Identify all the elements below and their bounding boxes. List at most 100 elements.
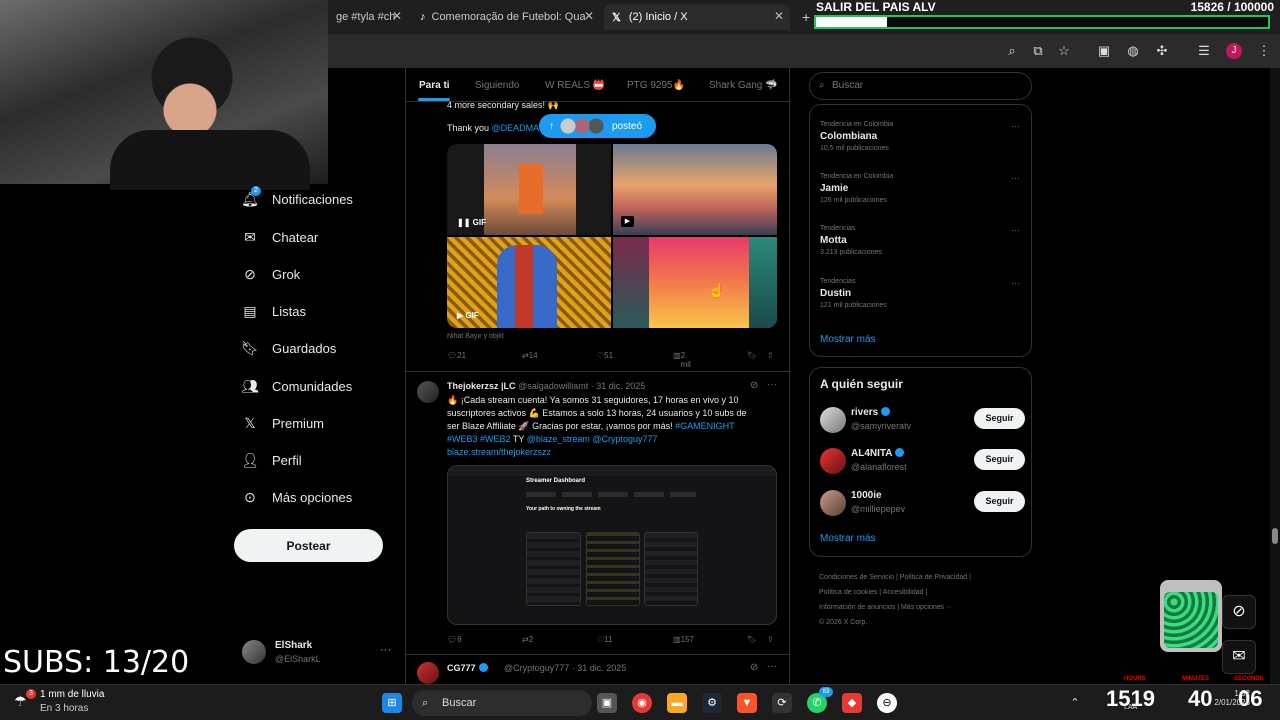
nav-communities[interactable]: 👥︎ Comunidades (241, 375, 352, 397)
tab-list[interactable]: Shark Gang 🦈 (709, 80, 778, 91)
share-icon[interactable]: ⇧ (767, 351, 774, 360)
nav-profile[interactable]: 👤︎ Perfil (241, 449, 302, 471)
post-date[interactable]: · 31 dic. 2025 (572, 663, 627, 673)
app-icon[interactable]: ⊖ (877, 693, 897, 713)
trend-item[interactable]: Tendencias Dustin 121 mil publicaciones … (820, 278, 1020, 309)
media-gif[interactable]: ▶ GIF (447, 237, 611, 328)
post-button[interactable]: Postear (234, 529, 383, 562)
menu-icon[interactable]: ⋮ (1256, 43, 1272, 59)
more-icon[interactable]: ··· (1011, 225, 1020, 235)
tab-list[interactable]: PTG 9295🔥 (627, 80, 685, 91)
scrollbar[interactable] (1270, 68, 1280, 684)
task-view-icon[interactable]: ▣ (597, 693, 617, 713)
more-icon[interactable]: ··· (767, 379, 777, 390)
post-date[interactable]: · 31 dic. 2025 (591, 381, 646, 391)
tab-for-you[interactable]: Para ti (419, 80, 450, 91)
show-more-link[interactable]: Mostrar más (820, 334, 876, 345)
like-button[interactable]: ♡ 11 (597, 635, 612, 644)
browser-tab[interactable]: ge #tyla #ch ✕ (328, 4, 408, 30)
follow-suggestion[interactable]: AL4NITA @alanaflorest Seguir (820, 446, 1025, 476)
whatsapp-icon[interactable]: ✆ 83 (807, 687, 833, 713)
avatar[interactable] (417, 381, 439, 403)
nav-lists[interactable]: ▤ Listas (242, 300, 306, 322)
app-icon[interactable]: ⟳ (772, 693, 792, 713)
new-tab-button[interactable]: + (794, 4, 814, 30)
zoom-icon[interactable]: ⌕ (1004, 43, 1020, 59)
media-gif[interactable]: ❚❚ GIF (447, 144, 611, 235)
nav-chat[interactable]: ✉ Chatear (242, 226, 318, 248)
bookmark-icon[interactable]: 🔖︎ (747, 635, 757, 644)
tab-following[interactable]: Siguiendo (475, 80, 519, 91)
file-explorer-icon[interactable]: ▬ (667, 693, 687, 713)
hashtag-link[interactable]: #GAMENIGHT (675, 421, 735, 431)
language-indicator[interactable]: LAA (1124, 704, 1137, 711)
share-icon[interactable]: ⇧ (767, 635, 774, 644)
author-name[interactable]: Thejokerzsz |LC (447, 381, 516, 391)
nav-bookmarks[interactable]: 🔖︎ Guardados (241, 337, 336, 359)
tagged-users[interactable]: Nihat Bayır y objkt (447, 333, 504, 340)
search-input[interactable]: ⌕ Buscar (809, 72, 1032, 100)
mail-icon[interactable]: ✉ (1222, 640, 1256, 674)
author-handle[interactable]: @salgadowilliamt (518, 381, 588, 391)
repost-button[interactable]: ⇄ 14 (522, 351, 538, 360)
footer-line[interactable]: Condiciones de Servicio | Política de Pr… (819, 570, 1024, 585)
follow-suggestion[interactable]: rivers @samyriveratv Seguir (820, 405, 1025, 435)
bookmark-icon[interactable]: 🔖︎ (747, 351, 757, 360)
screenshot-icon[interactable]: ⧉ (1030, 43, 1046, 59)
follow-button[interactable]: Seguir (974, 408, 1025, 429)
browser-tab[interactable]: ♪ Comemoração de Futebol: Qua ✕ (412, 4, 600, 30)
sidebar-icon[interactable]: ▣ (1096, 43, 1112, 59)
steam-icon[interactable]: ⚙ (702, 693, 722, 713)
views-button[interactable]: ▥ 157 (673, 635, 694, 644)
trend-item[interactable]: Tendencia en Colombia Colombiana 10,5 mi… (820, 121, 1020, 152)
nav-notifications[interactable]: 🔔︎ 2 Notificaciones (241, 186, 353, 210)
avatar[interactable] (417, 662, 439, 684)
repost-button[interactable]: ⇄ 2 (522, 635, 533, 644)
grok-icon[interactable]: ⊘ (750, 662, 758, 673)
puzzle-icon[interactable]: ✣ (1154, 43, 1170, 59)
account-switcher[interactable]: ElShark @ElSharkL ··· (242, 638, 392, 668)
like-button[interactable]: ♡ 51 (597, 351, 613, 360)
media-icon[interactable]: ☰ (1196, 43, 1212, 59)
trend-item[interactable]: Tendencias Motta 3.213 publicaciones ··· (820, 225, 1020, 256)
close-icon[interactable]: ✕ (392, 9, 402, 23)
nav-premium[interactable]: 𝕏 Premium (242, 412, 324, 434)
browser-tab-active[interactable]: 𝕏 (2) Inicio / X ✕ (604, 4, 790, 30)
trend-item[interactable]: Tendencia en Colombia Jamie 126 mil publ… (820, 173, 1020, 204)
tab-list[interactable]: W REALS 📛 (545, 80, 605, 91)
star-icon[interactable]: ☆ (1056, 43, 1072, 59)
media-image[interactable]: ☝ (613, 237, 777, 328)
taskbar-search[interactable]: ⌕ Buscar (412, 690, 592, 716)
close-icon[interactable]: ✕ (774, 9, 784, 23)
more-icon[interactable]: ··· (1011, 173, 1020, 183)
follow-button[interactable]: Seguir (974, 449, 1025, 470)
brave-icon[interactable]: ▼ (737, 693, 757, 713)
footer-line[interactable]: Información de anuncios | Más opciones ·… (819, 600, 1024, 615)
more-icon[interactable]: ··· (767, 661, 777, 672)
grok-icon[interactable]: ⊘ (750, 380, 758, 391)
app-icon[interactable]: ◆ (842, 693, 862, 713)
reply-button[interactable]: 💬︎ 6 (447, 635, 462, 644)
new-posts-pill[interactable]: ↑ posteó (539, 114, 656, 138)
media-image[interactable]: Streamer Dashboard Your path to owning t… (447, 465, 777, 625)
nav-more-options[interactable]: ⊙ Más opciones (242, 486, 352, 508)
follow-suggestion[interactable]: 1000ie @milliepepev Seguir (820, 488, 1025, 518)
scroll-thumb[interactable] (1272, 528, 1278, 544)
grok-icon[interactable]: ⊘ (1222, 595, 1256, 629)
hashtag-link[interactable]: #WEB3 #WEB2 (447, 434, 511, 444)
mention-link[interactable]: @DEADMA (492, 123, 540, 133)
show-more-link[interactable]: Mostrar más (820, 533, 876, 544)
author-handle[interactable]: @Cryptoguy777 (504, 663, 569, 673)
more-icon[interactable]: ··· (1011, 278, 1020, 288)
extension-icon[interactable]: ◍ (1125, 43, 1141, 59)
more-icon[interactable]: ··· (1011, 121, 1020, 131)
reply-button[interactable]: 💬︎ 21 (447, 351, 466, 360)
footer-line[interactable]: Política de cookies | Accesibilidad | (819, 585, 1024, 600)
nav-grok[interactable]: ⊘ Grok (242, 263, 300, 285)
profile-avatar[interactable]: J (1226, 43, 1242, 59)
windows-start-icon[interactable]: ⊞ (382, 693, 402, 713)
close-icon[interactable]: ✕ (584, 9, 594, 23)
chrome-icon[interactable]: ◉ (632, 693, 652, 713)
chevron-up-icon[interactable]: ⌃ (1065, 693, 1085, 713)
media-video[interactable]: ▶ (613, 144, 777, 235)
